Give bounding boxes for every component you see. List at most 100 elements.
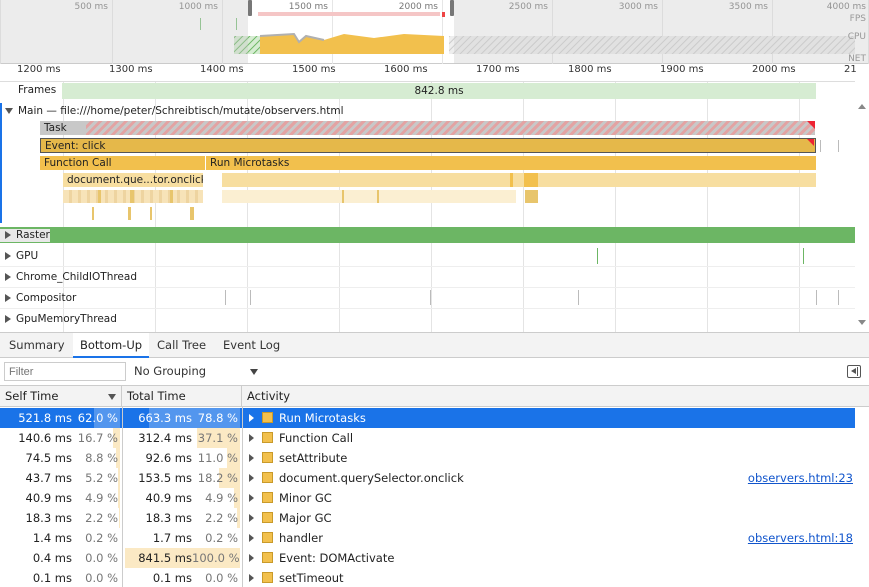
expand-arrow-icon[interactable] <box>249 494 254 502</box>
long-task-overflow[interactable] <box>86 121 815 135</box>
tab-summary[interactable]: Summary <box>2 333 72 358</box>
self-time-bar <box>118 468 120 488</box>
details-tabbar: Summary Bottom-Up Call Tree Event Log <box>0 332 869 358</box>
expand-arrow-icon[interactable] <box>249 574 254 582</box>
bottom-up-table: Self Time Total Time Activity 521.8 ms 62… <box>0 386 869 587</box>
expand-arrow-icon[interactable] <box>249 414 254 422</box>
category-swatch-icon <box>262 512 273 523</box>
category-swatch-icon <box>262 552 273 563</box>
self-time-percent: 8.8 % <box>85 451 118 465</box>
expand-arrow-icon <box>5 315 11 323</box>
total-time-value: 92.6 ms <box>145 451 192 465</box>
function-call-bar[interactable]: Function Call <box>40 156 205 170</box>
table-row[interactable]: 1.4 ms 0.2 % 1.7 ms 0.2 % handler observers.h… <box>0 528 855 548</box>
source-link[interactable]: observers.html:18 <box>748 528 853 548</box>
category-swatch-icon <box>262 432 273 443</box>
ruler-tick: 1900 ms <box>660 64 704 75</box>
expand-arrow-icon[interactable] <box>249 534 254 542</box>
expand-arrow-icon[interactable] <box>249 434 254 442</box>
cpu-chart <box>234 32 444 54</box>
category-swatch-icon <box>262 572 273 583</box>
table-row[interactable]: 43.7 ms 5.2 % 153.5 ms 18.2 % document.query… <box>0 468 855 488</box>
self-time-percent: 2.2 % <box>85 511 118 525</box>
frames-track-label: Frames <box>18 84 57 96</box>
total-time-percent: 78.8 % <box>197 411 238 425</box>
range-marker <box>442 12 445 17</box>
compositor-track-header[interactable]: Compositor <box>5 292 76 304</box>
task-bar[interactable]: Task <box>40 121 86 135</box>
self-time-value: 0.1 ms <box>32 571 72 585</box>
self-time-value: 140.6 ms <box>18 431 72 445</box>
activity-name: handler <box>279 531 323 545</box>
total-time-value: 663.3 ms <box>138 411 192 425</box>
timeline-overview[interactable]: 500 ms 1000 ms 1500 ms 2000 ms 2500 ms 3… <box>0 0 869 64</box>
filter-input[interactable] <box>4 362 126 381</box>
category-swatch-icon <box>262 472 273 483</box>
childio-track-header[interactable]: Chrome_ChildIOThread <box>5 271 137 283</box>
track-selection-indicator <box>0 103 2 223</box>
activity-name: document.querySelector.onclick <box>279 471 464 485</box>
table-row[interactable]: 18.3 ms 2.2 % 18.3 ms 2.2 % Major GC <box>0 508 855 528</box>
onclick-bar[interactable]: document.que...tor.onclick <box>63 173 203 187</box>
microtask-slice <box>524 173 538 187</box>
main-track-header[interactable]: Main — file:///home/peter/Schreibtisch/m… <box>5 105 344 117</box>
cpu-label: CPU <box>847 32 866 42</box>
expand-arrow-icon <box>5 294 11 302</box>
raster-track-bar[interactable] <box>0 227 855 243</box>
ruler-tick: 1400 ms <box>200 64 244 75</box>
frame-bar[interactable]: 842.8 ms <box>62 83 816 99</box>
window-handle-right[interactable] <box>450 0 454 16</box>
event-click-bar[interactable]: Event: click <box>40 138 816 153</box>
run-microtasks-bar[interactable]: Run Microtasks <box>205 156 816 170</box>
source-link[interactable]: observers.html:23 <box>748 468 853 488</box>
table-row[interactable]: 0.1 ms 0.0 % 0.1 ms 0.0 % setTimeout <box>0 568 855 587</box>
window-handle-left[interactable] <box>248 0 252 16</box>
activity-name: Major GC <box>279 511 332 525</box>
grouping-select[interactable]: No Grouping <box>134 364 206 378</box>
table-row[interactable]: 521.8 ms 62.0 % 663.3 ms 78.8 % Run Microtas… <box>0 408 855 428</box>
total-time-header[interactable]: Total Time <box>122 386 242 407</box>
self-time-percent: 0.0 % <box>85 571 118 585</box>
raster-track-header[interactable]: Raster <box>0 229 50 242</box>
total-time-value: 153.5 ms <box>138 471 192 485</box>
expand-arrow-icon <box>5 273 11 281</box>
ruler-tick: 1600 ms <box>384 64 428 75</box>
table-row[interactable]: 0.4 ms 0.0 % 841.5 ms 100.0 % Event: DOMActi… <box>0 548 855 568</box>
total-time-value: 312.4 ms <box>138 431 192 445</box>
expand-arrow-icon[interactable] <box>249 554 254 562</box>
table-row[interactable]: 74.5 ms 8.8 % 92.6 ms 11.0 % setAttribute <box>0 448 855 468</box>
main-track-label: Main — file:///home/peter/Schreibtisch/m… <box>18 105 344 117</box>
table-row[interactable]: 40.9 ms 4.9 % 40.9 ms 4.9 % Minor GC <box>0 488 855 508</box>
sidebar-toggle-icon[interactable] <box>847 365 861 378</box>
expand-arrow-icon[interactable] <box>249 474 254 482</box>
total-time-percent: 0.2 % <box>205 531 238 545</box>
total-time-percent: 100.0 % <box>192 551 240 565</box>
total-time-percent: 11.0 % <box>197 451 238 465</box>
expand-arrow-icon[interactable] <box>249 514 254 522</box>
self-time-bar <box>118 488 120 508</box>
expand-arrow-icon[interactable] <box>249 454 254 462</box>
total-time-value: 841.5 ms <box>138 551 192 565</box>
gpumemory-track-header[interactable]: GpuMemoryThread <box>5 313 117 325</box>
gpu-track-header[interactable]: GPU <box>5 250 38 262</box>
total-time-percent: 4.9 % <box>205 491 238 505</box>
tab-call-tree[interactable]: Call Tree <box>150 333 213 358</box>
microtask-children[interactable] <box>222 173 816 187</box>
activity-name: setAttribute <box>279 451 348 465</box>
tab-event-log[interactable]: Event Log <box>216 333 287 358</box>
ruler-tick: 2000 ms <box>752 64 796 75</box>
chevron-down-icon[interactable] <box>250 369 258 375</box>
total-time-value: 40.9 ms <box>145 491 192 505</box>
ruler-tick: 21 <box>844 64 857 75</box>
activity-name: Event: DOMActivate <box>279 551 395 565</box>
self-time-header[interactable]: Self Time <box>0 386 122 407</box>
tab-bottom-up[interactable]: Bottom-Up <box>73 333 150 358</box>
activity-name: Function Call <box>279 431 354 445</box>
self-time-value: 521.8 ms <box>18 411 72 425</box>
activity-header[interactable]: Activity <box>242 386 855 407</box>
category-swatch-icon <box>262 412 273 423</box>
total-time-value: 18.3 ms <box>145 511 192 525</box>
scroll-down-icon[interactable] <box>858 320 866 325</box>
scroll-up-icon[interactable] <box>858 104 866 109</box>
table-row[interactable]: 140.6 ms 16.7 % 312.4 ms 37.1 % Function Cal… <box>0 428 855 448</box>
